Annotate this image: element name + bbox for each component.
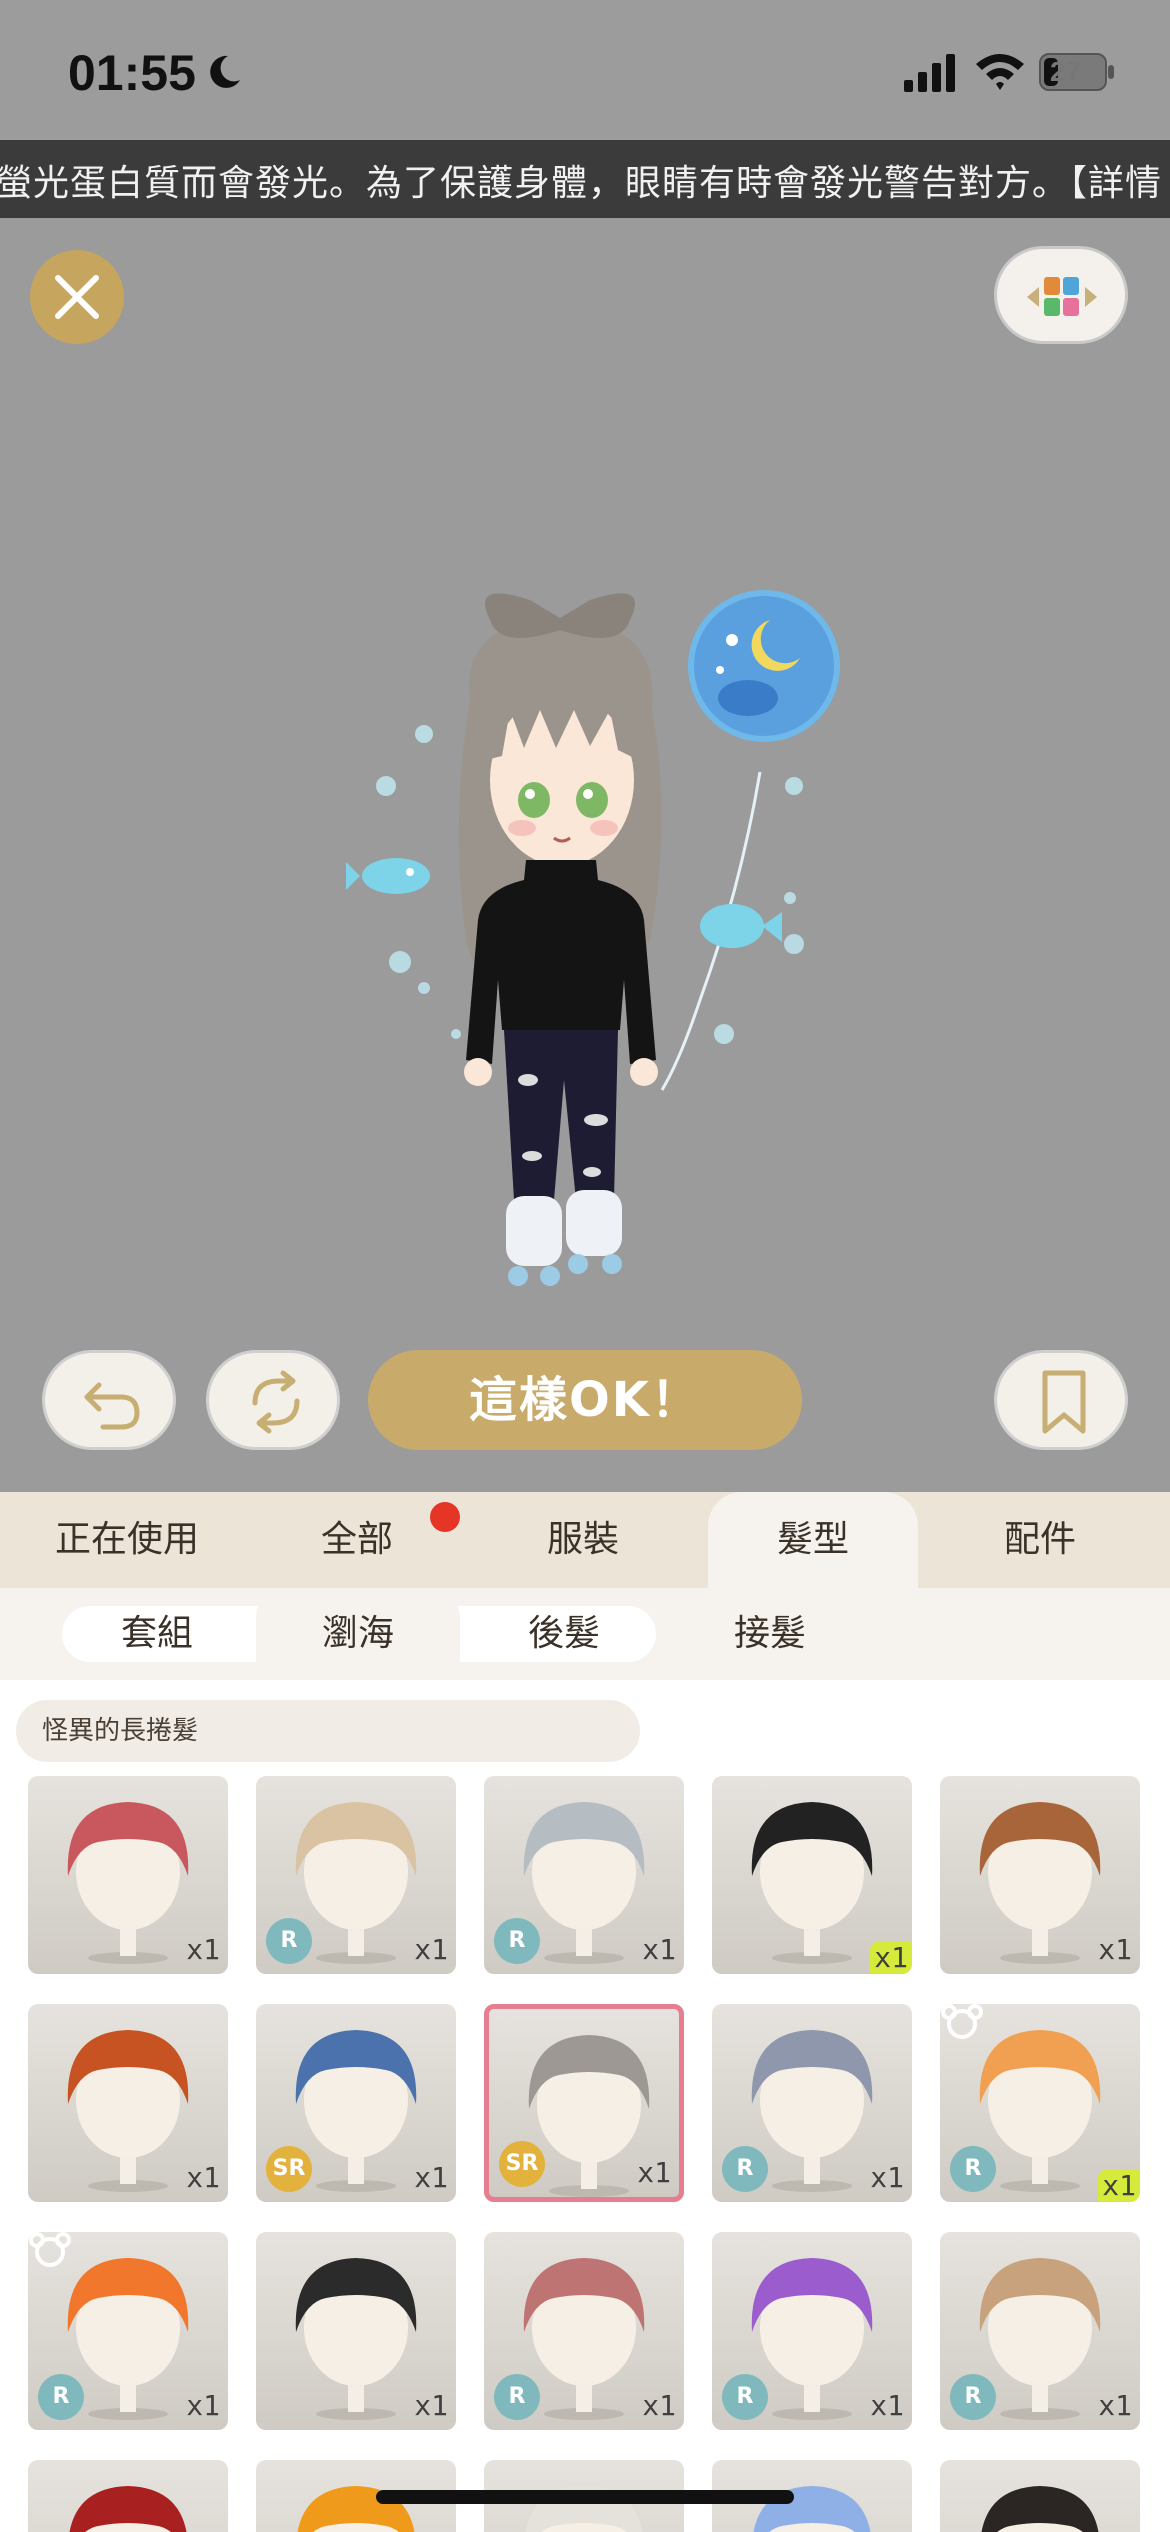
hair-item[interactable]: x1	[28, 2004, 228, 2202]
quantity-label: x1	[870, 2389, 904, 2422]
hair-item[interactable]: Rx1	[484, 2232, 684, 2430]
quantity-label: x1	[1098, 2389, 1132, 2422]
subtab-back-hair[interactable]: 後髮	[466, 1588, 662, 1680]
subtab-bangs[interactable]: 瀏海	[256, 1588, 460, 1680]
hair-item[interactable]: SR x1	[484, 2004, 684, 2202]
hair-item[interactable]: x1	[940, 1776, 1140, 1974]
quantity-label: x1	[637, 2156, 671, 2189]
sub-tabs: 套組 瀏海 後髮 接髮	[0, 1588, 1170, 1680]
randomize-button[interactable]	[206, 1350, 340, 1450]
category-tabs: 正在使用 全部 服裝 髮型 配件	[0, 1492, 1170, 1588]
grid-icon	[1027, 277, 1097, 316]
hair-item[interactable]: Rx1	[28, 2232, 228, 2430]
close-button[interactable]	[30, 250, 124, 344]
notification-badge	[430, 1502, 460, 1532]
subtab-set[interactable]: 套組	[62, 1588, 252, 1680]
quantity-label: x1	[186, 1933, 220, 1966]
signal-icon	[904, 54, 955, 92]
quantity-label: x1	[186, 2389, 220, 2422]
hair-item[interactable]	[28, 2460, 228, 2532]
tab-hairstyle[interactable]: 髮型	[708, 1492, 918, 1588]
quantity-label: x1	[642, 2389, 676, 2422]
hair-item[interactable]: SR x1	[256, 2004, 456, 2202]
news-ticker: 螢光蛋白質而會發光。為了保護身體，眼睛有時會發光警告對方。【詳情	[0, 140, 1170, 218]
quantity-label: x1	[870, 2161, 904, 2194]
tab-accessories[interactable]: 配件	[930, 1492, 1150, 1588]
hair-item[interactable]	[940, 2460, 1140, 2532]
quantity-label: x1	[870, 1941, 912, 1974]
status-time: 01:55	[68, 45, 196, 101]
item-grid: 怪異的長捲髮 x1 Rx1 Rx1 x1 x1 x1 SR x1 SR x1 Rx1 Rx1 Rx1 x1…	[0, 1680, 1170, 2532]
hair-item[interactable]: Rx1	[256, 1776, 456, 1974]
status-bar: 01:55 27	[0, 0, 1170, 140]
hair-item[interactable]: Rx1	[484, 1776, 684, 1974]
filter-chip[interactable]: 怪異的長捲髮	[16, 1700, 640, 1762]
hair-item[interactable]: x1	[256, 2232, 456, 2430]
fish-decoration	[700, 904, 782, 948]
battery-level: 27	[1050, 56, 1082, 87]
fish-decoration	[346, 858, 430, 894]
rarity-badge: R	[722, 2374, 768, 2420]
rarity-badge: R	[494, 1918, 540, 1964]
rarity-badge: R	[494, 2374, 540, 2420]
hair-item[interactable]: Rx1	[712, 2232, 912, 2430]
tab-in-use[interactable]: 正在使用	[10, 1492, 244, 1588]
tab-clothing[interactable]: 服裝	[470, 1492, 696, 1588]
hair-thumbnail	[69, 2486, 187, 2532]
quantity-label: x1	[186, 2161, 220, 2194]
hair-item[interactable]: x1	[28, 1776, 228, 1974]
rarity-badge: SR	[266, 2146, 312, 2192]
close-icon	[55, 275, 99, 319]
rarity-badge: R	[950, 2146, 996, 2192]
hair-item[interactable]: Rx1	[940, 2232, 1140, 2430]
quantity-label: x1	[414, 2161, 448, 2194]
undo-button[interactable]	[42, 1350, 176, 1450]
rarity-badge: R	[266, 1918, 312, 1964]
home-indicator[interactable]	[376, 2490, 794, 2504]
rarity-badge: SR	[499, 2141, 545, 2187]
wifi-icon	[976, 54, 1024, 90]
avatar-preview	[346, 590, 840, 1286]
quantity-label: x1	[414, 2389, 448, 2422]
refresh-icon	[252, 1370, 300, 1434]
rarity-badge: R	[722, 2146, 768, 2192]
hair-item[interactable]: Rx1	[712, 2004, 912, 2202]
undo-icon	[84, 1382, 140, 1430]
rarity-badge: R	[38, 2374, 84, 2420]
bear-icon	[29, 2232, 71, 2267]
quantity-label: x1	[1098, 2169, 1140, 2202]
quantity-label: x1	[414, 1933, 448, 1966]
confirm-ok-button[interactable]: 這樣OK！	[368, 1350, 802, 1450]
rarity-badge: R	[950, 2374, 996, 2420]
bear-icon	[941, 2004, 983, 2039]
moon-icon	[210, 55, 240, 88]
subtab-extensions[interactable]: 接髮	[672, 1588, 868, 1680]
layout-toggle-button[interactable]	[994, 246, 1128, 344]
bookmark-icon	[1042, 1370, 1086, 1434]
ticker-text: 螢光蛋白質而會發光。為了保護身體，眼睛有時會發光警告對方。【詳情	[0, 163, 1163, 204]
quantity-label: x1	[1098, 1933, 1132, 1966]
hair-item[interactable]: x1	[712, 1776, 912, 1974]
hair-item[interactable]: Rx1	[940, 2004, 1140, 2202]
bookmark-button[interactable]	[994, 1350, 1128, 1450]
balloon	[660, 590, 840, 1091]
quantity-label: x1	[642, 1933, 676, 1966]
hair-thumbnail	[981, 2486, 1099, 2532]
